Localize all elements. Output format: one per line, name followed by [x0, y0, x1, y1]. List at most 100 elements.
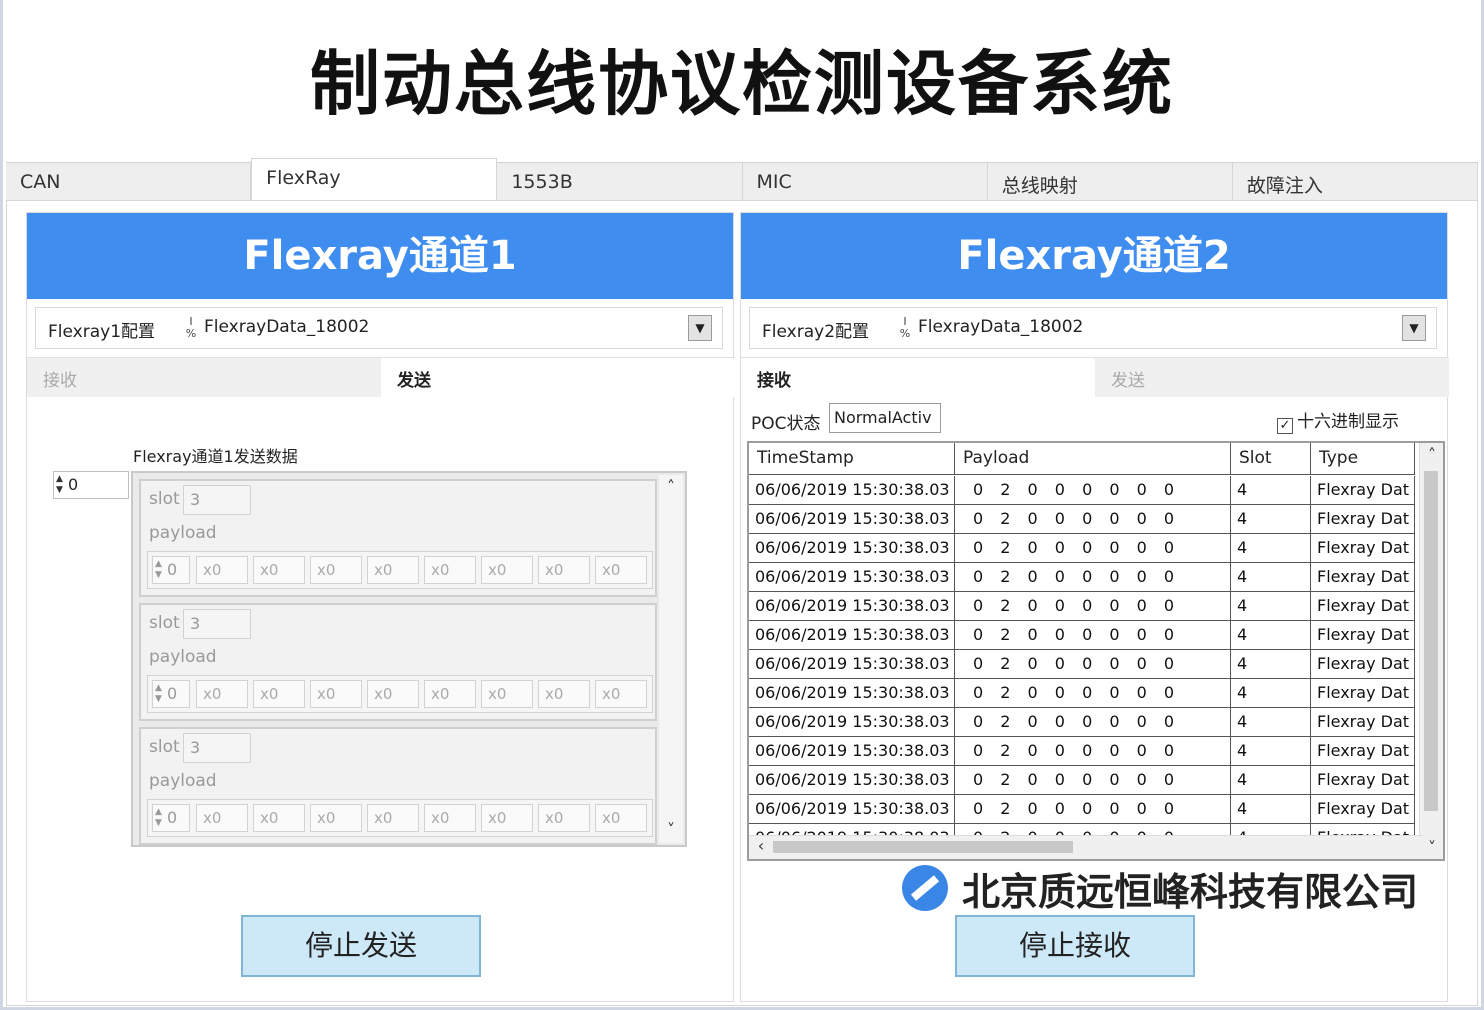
table-cell: Flexray Dat: [1311, 563, 1415, 592]
channel2-config-select[interactable]: I% FlexrayData_18002 ▼: [894, 313, 1430, 343]
table-row[interactable]: 06/06/2019 15:30:38.030 2 0 0 0 0 0 04Fl…: [749, 766, 1415, 795]
column-header[interactable]: TimeStamp: [749, 443, 955, 475]
channel1-subtab-receive[interactable]: 接收: [27, 357, 381, 397]
payload-cell[interactable]: x0: [367, 556, 419, 584]
table-cell: 0 2 0 0 0 0 0 0: [955, 534, 1231, 563]
spin-arrows-icon[interactable]: ▲ ▼: [56, 474, 66, 496]
table-cell: 06/06/2019 15:30:38.03: [749, 505, 955, 534]
payload-cell[interactable]: x0: [595, 556, 647, 584]
channel2-subtab-receive[interactable]: 接收: [741, 357, 1095, 397]
channel2-config-label: Flexray2配置: [762, 322, 870, 342]
chevron-left-icon[interactable]: ‹: [749, 836, 773, 855]
payload-index-stepper[interactable]: ▲ ▼ 0: [152, 556, 190, 584]
payload-cell[interactable]: x0: [424, 556, 476, 584]
payload-cell[interactable]: x0: [367, 680, 419, 708]
tab-can[interactable]: CAN: [6, 162, 252, 202]
spin-arrows-icon[interactable]: ▲ ▼: [155, 807, 165, 829]
payload-cell[interactable]: x0: [196, 680, 248, 708]
receive-table: TimeStamp Payload Slot Type 06/06/2019 1…: [747, 441, 1445, 861]
poc-status-label: POC状态: [751, 414, 821, 434]
table-horizontal-scrollbar[interactable]: ‹: [749, 835, 1423, 859]
tab-bus-mapping[interactable]: 总线映射: [987, 162, 1233, 202]
main-tabbar: CAN FlexRay 1553B MIC 总线映射 故障注入: [6, 158, 1479, 202]
channel1-send-data-label: Flexray通道1发送数据: [133, 447, 298, 466]
slot-input[interactable]: 3: [183, 485, 251, 515]
payload-cell[interactable]: x0: [196, 556, 248, 584]
table-cell: Flexray Dat: [1311, 766, 1415, 795]
chevron-up-icon[interactable]: ˄: [1420, 445, 1443, 464]
chevron-up-icon[interactable]: ˄: [659, 477, 683, 496]
table-row[interactable]: 06/06/2019 15:30:38.030 2 0 0 0 0 0 04Fl…: [749, 563, 1415, 592]
payload-cell[interactable]: x0: [253, 680, 305, 708]
table-row[interactable]: 06/06/2019 15:30:38.030 2 0 0 0 0 0 04Fl…: [749, 534, 1415, 563]
table-row[interactable]: 06/06/2019 15:30:38.030 2 0 0 0 0 0 04Fl…: [749, 592, 1415, 621]
tab-flexray[interactable]: FlexRay: [251, 158, 498, 202]
column-header[interactable]: Slot: [1231, 443, 1311, 475]
column-header[interactable]: Type: [1311, 443, 1415, 475]
payload-cell[interactable]: x0: [196, 804, 248, 832]
channel1-config-row: Flexray1配置 I% FlexrayData_18002 ▼: [35, 307, 723, 349]
channel1-config-select[interactable]: I% FlexrayData_18002 ▼: [180, 313, 716, 343]
chevron-down-icon[interactable]: ˅: [659, 820, 683, 839]
chevron-down-icon[interactable]: ▼: [688, 315, 712, 341]
table-row[interactable]: 06/06/2019 15:30:38.030 2 0 0 0 0 0 04Fl…: [749, 679, 1415, 708]
payload-cell[interactable]: x0: [310, 804, 362, 832]
payload-cell[interactable]: x0: [481, 804, 533, 832]
payload-cell[interactable]: x0: [310, 680, 362, 708]
stop-receive-button[interactable]: 停止接收: [955, 915, 1195, 977]
table-cell: 06/06/2019 15:30:38.03: [749, 621, 955, 650]
payload-index-stepper[interactable]: ▲ ▼ 0: [152, 680, 190, 708]
slot-input[interactable]: 3: [183, 609, 251, 639]
spin-arrows-icon[interactable]: ▲ ▼: [155, 683, 165, 705]
chevron-down-icon[interactable]: ▼: [1402, 315, 1426, 341]
table-row[interactable]: 06/06/2019 15:30:38.030 2 0 0 0 0 0 04Fl…: [749, 737, 1415, 766]
slot-input[interactable]: 3: [183, 733, 251, 763]
stop-send-button[interactable]: 停止发送: [241, 915, 481, 977]
column-header[interactable]: Payload: [955, 443, 1231, 475]
app-title: 制动总线协议检测设备系统: [310, 43, 1174, 125]
table-cell: 06/06/2019 15:30:38.03: [749, 795, 955, 824]
company-name: 北京质远恒峰科技有限公司: [962, 869, 1419, 914]
hex-display-toggle[interactable]: ✓ 十六进制显示: [1277, 407, 1399, 434]
table-row[interactable]: 06/06/2019 15:30:38.030 2 0 0 0 0 0 04Fl…: [749, 795, 1415, 824]
spin-arrows-icon[interactable]: ▲ ▼: [155, 559, 165, 581]
channel1-subtabs: 接收 发送: [27, 357, 735, 397]
tab-fault-injection[interactable]: 故障注入: [1232, 162, 1479, 202]
channel2-subtab-send[interactable]: 发送: [1095, 357, 1449, 397]
chevron-down-icon[interactable]: ˅: [1420, 838, 1443, 857]
payload-cell[interactable]: x0: [538, 680, 590, 708]
payload-cell[interactable]: x0: [595, 680, 647, 708]
payload-cell[interactable]: x0: [253, 556, 305, 584]
table-row[interactable]: 06/06/2019 15:30:38.030 2 0 0 0 0 0 04Fl…: [749, 476, 1415, 505]
scroll-thumb[interactable]: [773, 841, 1073, 853]
tab-mic[interactable]: MIC: [742, 162, 988, 202]
payload-cell[interactable]: x0: [367, 804, 419, 832]
payload-cell[interactable]: x0: [481, 556, 533, 584]
table-row[interactable]: 06/06/2019 15:30:38.030 2 0 0 0 0 0 04Fl…: [749, 650, 1415, 679]
table-row[interactable]: 06/06/2019 15:30:38.030 2 0 0 0 0 0 04Fl…: [749, 708, 1415, 737]
table-row[interactable]: 06/06/2019 15:30:38.030 2 0 0 0 0 0 04Fl…: [749, 621, 1415, 650]
table-cell: 06/06/2019 15:30:38.03: [749, 563, 955, 592]
tab-1553b[interactable]: 1553B: [497, 162, 743, 202]
payload-cell[interactable]: x0: [481, 680, 533, 708]
channel1-config-label: Flexray1配置: [48, 322, 156, 342]
checkbox-checked-icon[interactable]: ✓: [1277, 418, 1293, 434]
table-row[interactable]: 06/06/2019 15:30:38.030 2 0 0 0 0 0 04Fl…: [749, 505, 1415, 534]
payload-cell[interactable]: x0: [424, 680, 476, 708]
payload-index-stepper[interactable]: ▲ ▼ 0: [152, 804, 190, 832]
payload-cell[interactable]: x0: [253, 804, 305, 832]
table-cell: 0 2 0 0 0 0 0 0: [955, 679, 1231, 708]
payload-cell[interactable]: x0: [424, 804, 476, 832]
payload-cell[interactable]: x0: [310, 556, 362, 584]
payload-cell[interactable]: x0: [538, 556, 590, 584]
channel2-config-value: FlexrayData_18002: [918, 317, 1084, 337]
table-vertical-scrollbar[interactable]: ˄ ˅: [1419, 443, 1443, 859]
scroll-thumb[interactable]: [1424, 471, 1438, 811]
array-index-stepper[interactable]: ▲ ▼ 0: [53, 471, 129, 499]
array-scrollbar[interactable]: ˄ ˅: [659, 475, 683, 843]
payload-cell[interactable]: x0: [595, 804, 647, 832]
channel1-subtab-send[interactable]: 发送: [381, 357, 735, 397]
table-cell: 0 2 0 0 0 0 0 0: [955, 476, 1231, 505]
payload-cell[interactable]: x0: [538, 804, 590, 832]
channel1-title: Flexray通道1: [27, 213, 733, 299]
